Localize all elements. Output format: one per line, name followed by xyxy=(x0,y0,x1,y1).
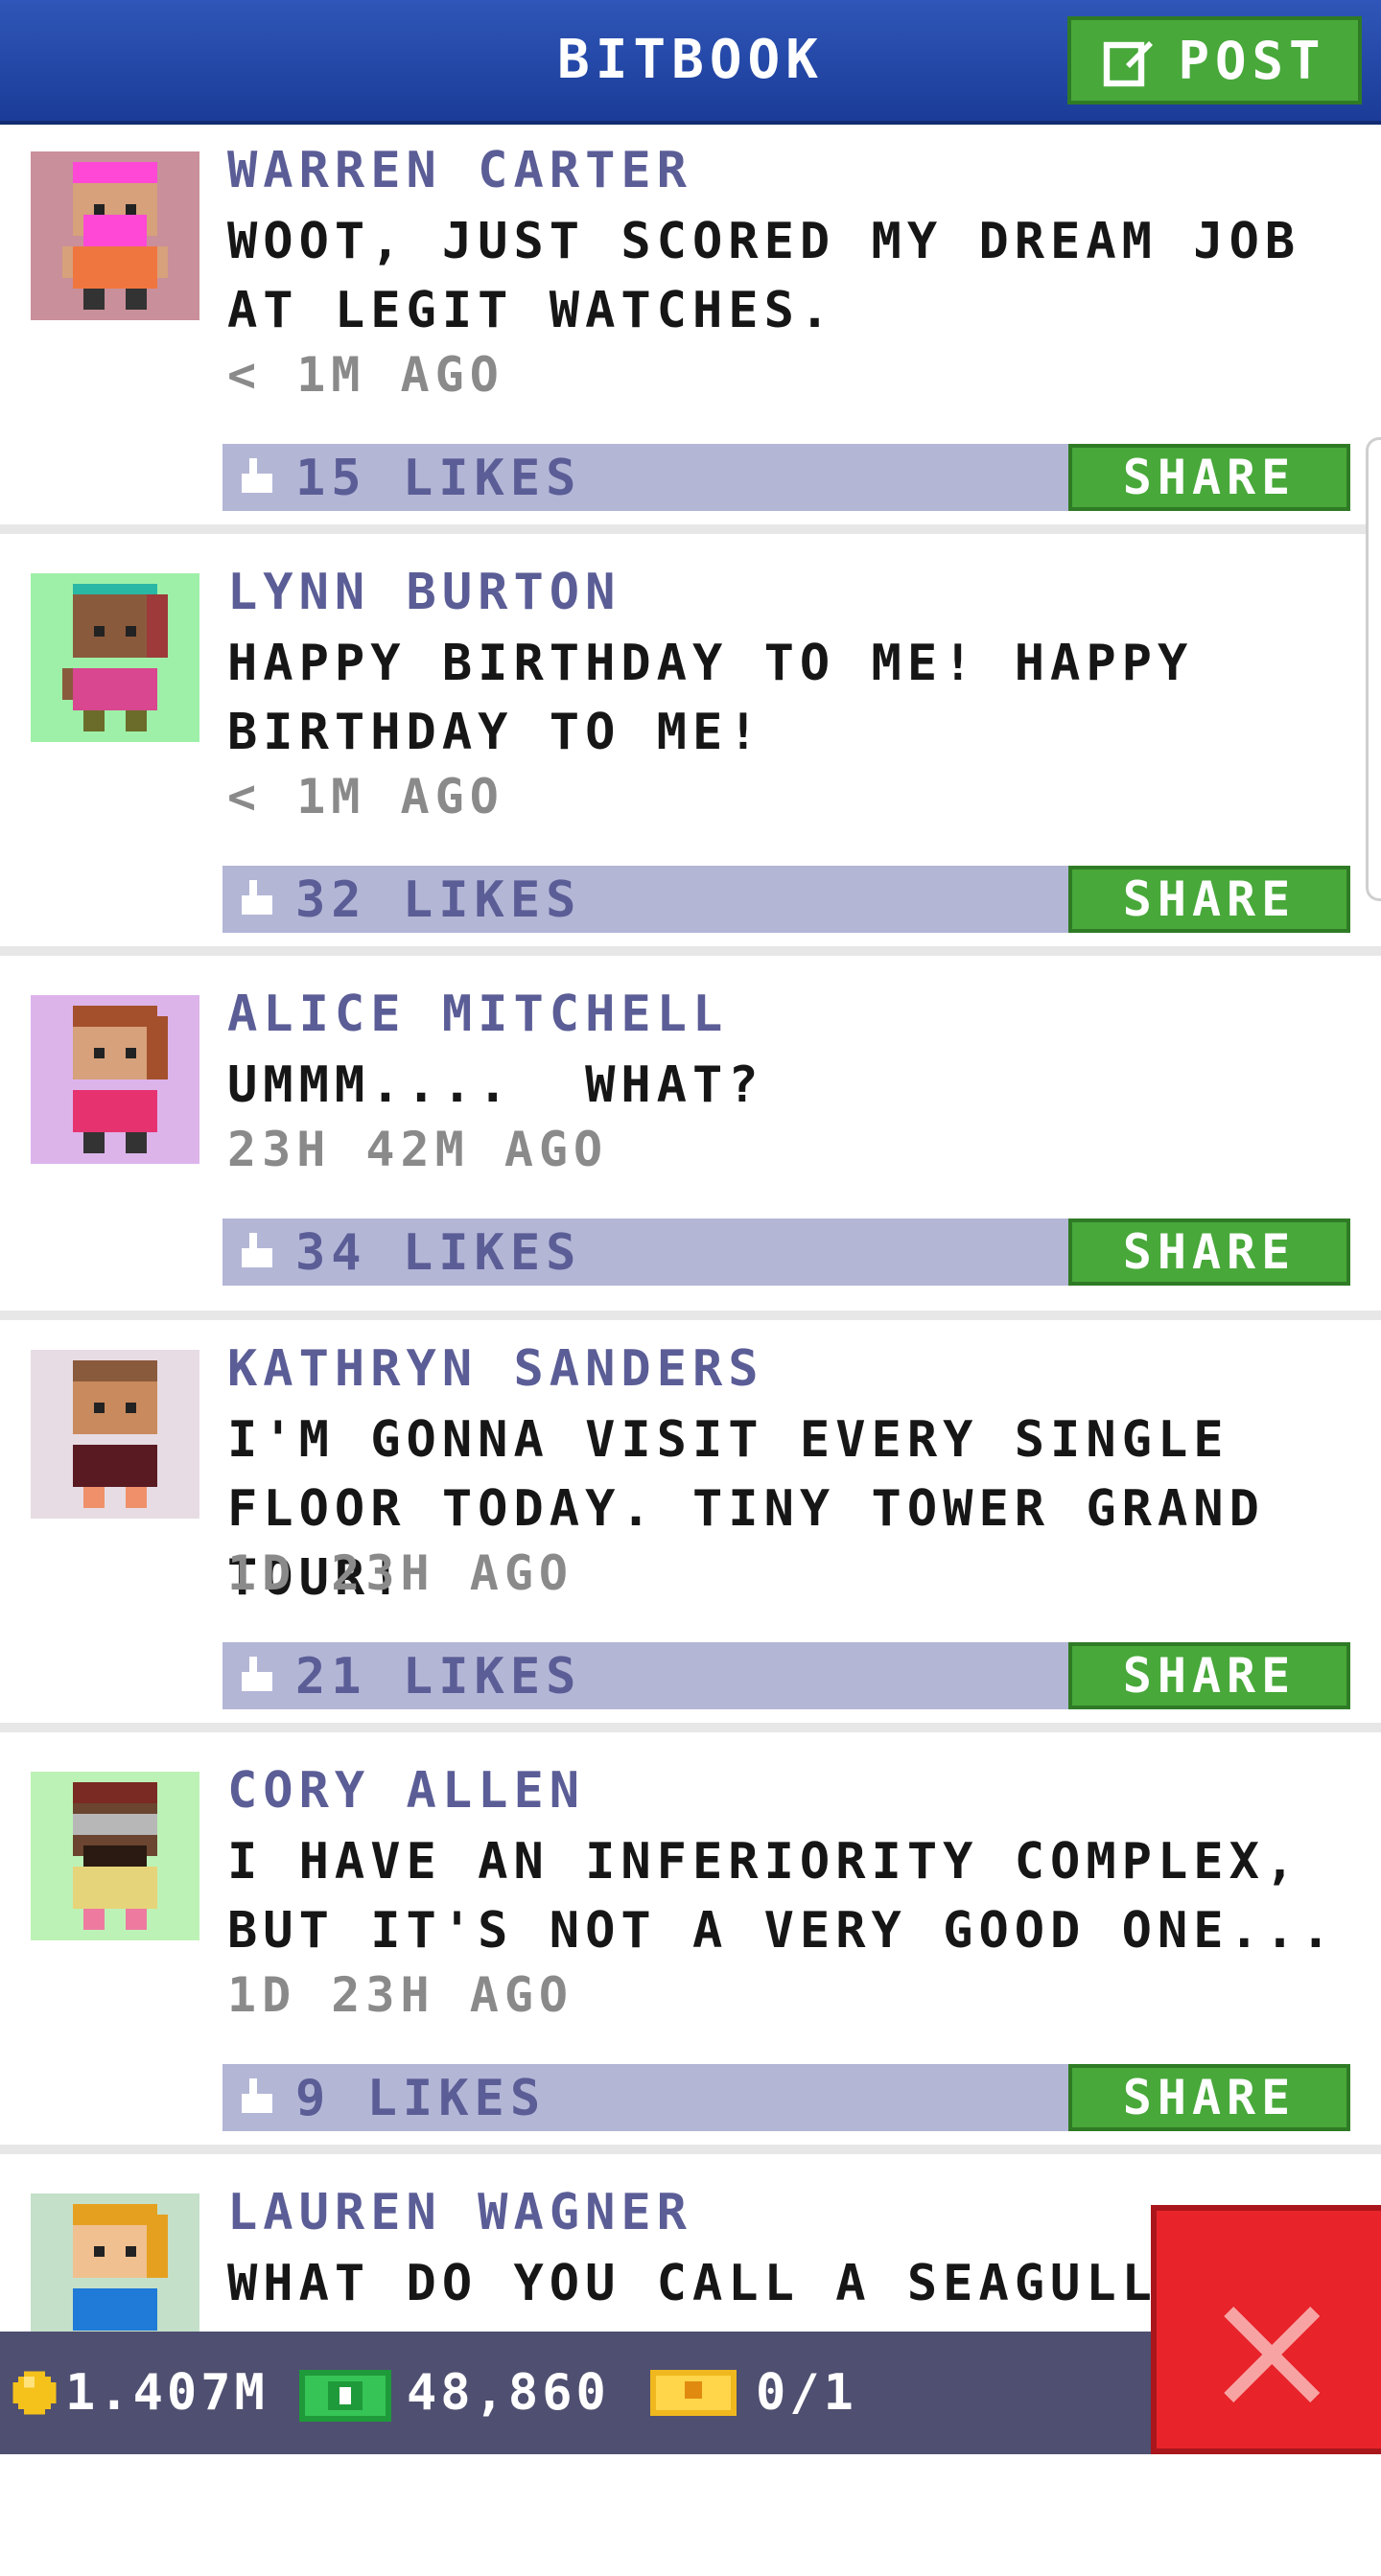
share-button[interactable]: SHARE xyxy=(1068,1218,1350,1286)
close-icon xyxy=(1224,2307,1320,2402)
like-bar[interactable]: 21 LIKES SHARE xyxy=(222,1642,1350,1709)
post-author: ALICE MITCHELL xyxy=(227,986,729,1043)
avatar[interactable] xyxy=(31,1350,199,1519)
avatar[interactable] xyxy=(31,995,199,1164)
post-time: < 1M AGO xyxy=(227,347,504,403)
bux-display: 48,860 xyxy=(299,2332,610,2454)
likes-count: 32 LIKES xyxy=(295,871,582,929)
post-message: HAPPY BIRTHDAY TO ME! HAPPY BIRTHDAY TO … xyxy=(227,635,1194,761)
thumbs-up-icon xyxy=(242,458,272,493)
post-time: < 1M AGO xyxy=(227,769,504,824)
like-bar[interactable]: 9 LIKES SHARE xyxy=(222,2064,1350,2131)
post-author: CORY ALLEN xyxy=(227,1762,586,1820)
share-button[interactable]: SHARE xyxy=(1068,444,1350,511)
ticket-icon xyxy=(650,2370,737,2416)
feed-post: CORY ALLEN I HAVE AN INFERIORITY COMPLEX… xyxy=(0,1745,1381,2154)
likes-count: 21 LIKES xyxy=(295,1648,582,1706)
avatar[interactable] xyxy=(31,573,199,742)
post-label: POST xyxy=(1178,30,1326,91)
post-button[interactable]: POST xyxy=(1067,16,1362,104)
thumbs-up-icon xyxy=(242,2078,272,2113)
post-author: KATHRYN SANDERS xyxy=(227,1340,764,1398)
post-time: 23H 42M AGO xyxy=(227,1122,609,1177)
tickets-display: 0/1 xyxy=(650,2332,857,2454)
like-bar[interactable]: 15 LIKES SHARE xyxy=(222,444,1350,511)
share-button[interactable]: SHARE xyxy=(1068,866,1350,933)
likes-count: 34 LIKES xyxy=(295,1224,582,1282)
feed-post: LYNN BURTON HAPPY BIRTHDAY TO ME! HAPPY … xyxy=(0,546,1381,956)
like-bar[interactable]: 34 LIKES SHARE xyxy=(222,1218,1350,1286)
post-author: LAUREN WAGNER xyxy=(227,2184,692,2241)
post-message: WOOT, JUST SCORED MY DREAM JOB AT LEGIT … xyxy=(227,213,1301,339)
tickets-value: 0/1 xyxy=(756,2364,857,2422)
feed-post: KATHRYN SANDERS I'M GONNA VISIT EVERY SI… xyxy=(0,1323,1381,1732)
feed-post: WARREN CARTER WOOT, JUST SCORED MY DREAM… xyxy=(0,125,1381,534)
thumbs-up-icon xyxy=(242,1657,272,1691)
coins-display: 1.407M xyxy=(8,2332,269,2454)
thumbs-up-icon xyxy=(242,880,272,915)
thumbs-up-icon xyxy=(242,1233,272,1267)
bux-icon xyxy=(299,2370,391,2422)
like-bar[interactable]: 32 LIKES SHARE xyxy=(222,866,1350,933)
likes-count: 15 LIKES xyxy=(295,450,582,507)
post-author: LYNN BURTON xyxy=(227,564,621,621)
share-button[interactable]: SHARE xyxy=(1068,2064,1350,2131)
bux-value: 48,860 xyxy=(407,2364,610,2422)
post-time: 1D 23H AGO xyxy=(227,1967,574,2023)
share-button[interactable]: SHARE xyxy=(1068,1642,1350,1709)
compose-icon xyxy=(1104,41,1154,87)
post-author: WARREN CARTER xyxy=(227,142,692,199)
likes-count: 9 LIKES xyxy=(295,2070,547,2127)
feed-post: ALICE MITCHELL UMMM.... WHAT? 23H 42M AG… xyxy=(0,968,1381,1320)
close-button[interactable] xyxy=(1151,2205,1381,2454)
header-bar: BITBOOK POST xyxy=(0,0,1381,125)
avatar[interactable] xyxy=(31,1772,199,1940)
avatar[interactable] xyxy=(31,151,199,320)
coins-value: 1.407M xyxy=(65,2364,269,2422)
post-time: 1D 23H AGO xyxy=(227,1545,574,1601)
post-message: UMMM.... WHAT? xyxy=(227,1056,764,1114)
post-message: I HAVE AN INFERIORITY COMPLEX, BUT IT'S … xyxy=(227,1833,1337,1960)
coin-icon xyxy=(12,2371,57,2415)
scroll-edge-handle[interactable] xyxy=(1366,437,1381,901)
